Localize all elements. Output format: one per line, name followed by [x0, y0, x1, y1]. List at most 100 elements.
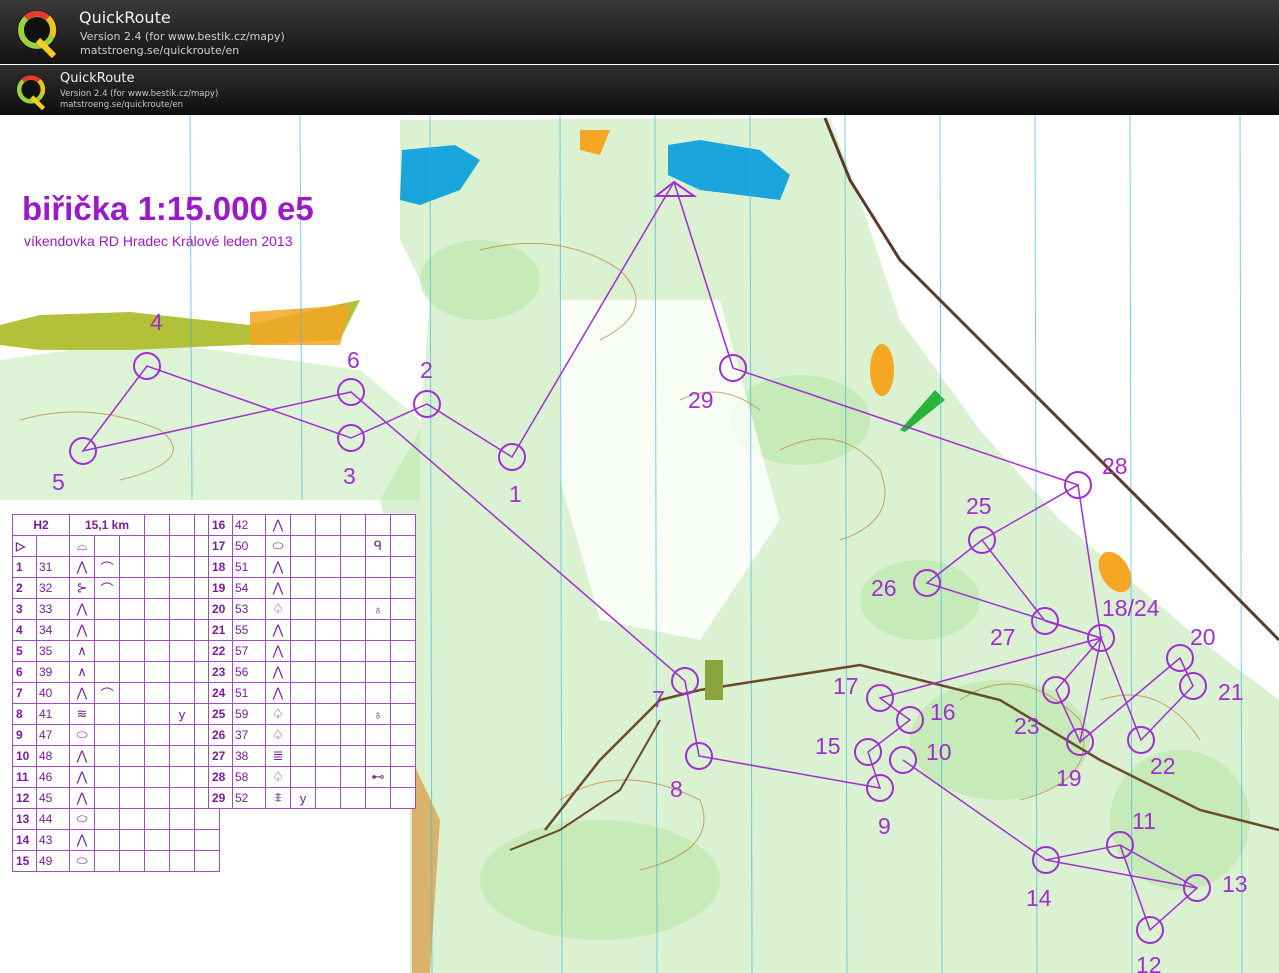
control-number: 26 [208, 724, 233, 746]
control-label: 23 [1014, 713, 1040, 739]
control-extra-cell [144, 787, 170, 809]
control-extra-cell [144, 682, 170, 704]
control-extra-cell [315, 556, 341, 578]
control-number: 20 [208, 598, 233, 620]
control-label: 11 [1132, 808, 1156, 834]
control-extra-cell [144, 577, 170, 599]
control-number: 10 [12, 745, 37, 767]
control-number: 16 [208, 514, 233, 536]
control-label: 18/24 [1102, 595, 1160, 621]
control-extra-cell [340, 577, 366, 599]
control-code: 50 [232, 535, 266, 557]
control-extra-icon: y [169, 703, 195, 725]
control-extra-icon [169, 808, 195, 830]
control-extra-cell [390, 745, 416, 767]
control-extra-cell [390, 640, 416, 662]
control-feature-icon: ∧ [69, 640, 95, 662]
control-extra-cell [119, 661, 145, 683]
control-number: 2 [12, 577, 37, 599]
image-app-version: Version 2.4 (for www.bestik.cz/mapy) [60, 89, 219, 99]
table-row: 8 41 ≋ y [12, 703, 220, 725]
app-url[interactable]: matstroeng.se/quickroute/en [80, 44, 239, 57]
control-extra-cell [340, 787, 366, 809]
control-extra-icon [365, 661, 391, 683]
control-extra-icon [169, 619, 195, 641]
control-label: 15 [815, 733, 841, 759]
control-number: 25 [208, 703, 233, 725]
control-extra-cell [315, 703, 341, 725]
control-code: 48 [36, 745, 70, 767]
control-number: 11 [12, 766, 37, 788]
control-extra-cell [119, 745, 145, 767]
control-extra-icon [169, 661, 195, 683]
control-extra-icon [169, 577, 195, 599]
control-detail-icon [290, 535, 316, 557]
control-feature-icon: ⬭ [69, 724, 95, 746]
control-extra-cell [315, 577, 341, 599]
control-label: 4 [150, 309, 163, 335]
control-extra-icon [169, 598, 195, 620]
control-detail-icon [94, 724, 120, 746]
control-extra-cell [315, 766, 341, 788]
control-extra-cell [340, 640, 366, 662]
control-code: 44 [36, 808, 70, 830]
control-extra-cell [390, 577, 416, 599]
control-code: 53 [232, 598, 266, 620]
table-row: 16 42 ⋀ [208, 514, 416, 536]
quickroute-logo-icon [17, 10, 57, 58]
control-extra-cell [144, 829, 170, 851]
control-description-table-right: 16 42 ⋀ 17 50 ⬭ ᑫ 18 51 ⋀ 19 54 ⋀ 20 53 ♤ ♁ 21 55 ⋀ 22 57 ⋀ 23 5… [208, 514, 416, 809]
table-row: 14 43 ⋀ [12, 829, 220, 851]
control-extra-cell [144, 640, 170, 662]
control-feature-icon: ⋀ [265, 619, 291, 641]
control-code: 51 [232, 556, 266, 578]
control-extra-icon [365, 619, 391, 641]
control-label: 19 [1056, 765, 1082, 791]
control-extra-cell [340, 766, 366, 788]
control-label: 7 [652, 686, 665, 712]
control-detail-icon [290, 682, 316, 704]
control-number: 13 [12, 808, 37, 830]
table-row: 23 56 ⋀ [208, 661, 416, 683]
control-extra-icon [365, 745, 391, 767]
control-extra-cell [119, 640, 145, 662]
control-detail-icon [94, 703, 120, 725]
control-code: 46 [36, 766, 70, 788]
control-extra-icon: ♁ [365, 703, 391, 725]
control-detail-icon [94, 745, 120, 767]
control-number: 24 [208, 682, 233, 704]
control-detail-icon [290, 703, 316, 725]
control-code: 38 [232, 745, 266, 767]
control-feature-icon: ∧ [69, 661, 95, 683]
control-feature-icon: ⋀ [265, 640, 291, 662]
control-extra-icon: ♁ [365, 598, 391, 620]
control-detail-icon: ⌒ [94, 682, 120, 704]
control-code: 32 [36, 577, 70, 599]
control-extra-cell [340, 745, 366, 767]
table-row: 28 58 ♤ ⊷ [208, 766, 416, 788]
control-extra-icon [365, 682, 391, 704]
control-extra-cell [340, 682, 366, 704]
control-code: 39 [36, 661, 70, 683]
control-feature-icon: ⊱ [69, 577, 95, 599]
control-code: 43 [36, 829, 70, 851]
control-extra-icon [169, 829, 195, 851]
course-length: 15,1 km [69, 514, 145, 536]
control-detail-icon [290, 577, 316, 599]
control-feature-icon: ♤ [265, 598, 291, 620]
control-feature-icon: ⩨ [265, 787, 291, 809]
table-row: 13 44 ⬭ [12, 808, 220, 830]
map-title: biřička 1:15.000 e5 [22, 190, 314, 227]
image-app-url[interactable]: matstroeng.se/quickroute/en [60, 100, 183, 110]
control-label: 6 [347, 347, 360, 373]
control-code: 54 [232, 577, 266, 599]
control-extra-cell [144, 850, 170, 872]
control-detail-icon [290, 661, 316, 683]
control-extra-cell [119, 808, 145, 830]
control-extra-icon [365, 577, 391, 599]
table-row: 15 49 ⬭ [12, 850, 220, 872]
control-detail-icon [94, 787, 120, 809]
control-extra-cell [119, 577, 145, 599]
control-detail-icon [94, 850, 120, 872]
control-label: 9 [878, 813, 891, 839]
